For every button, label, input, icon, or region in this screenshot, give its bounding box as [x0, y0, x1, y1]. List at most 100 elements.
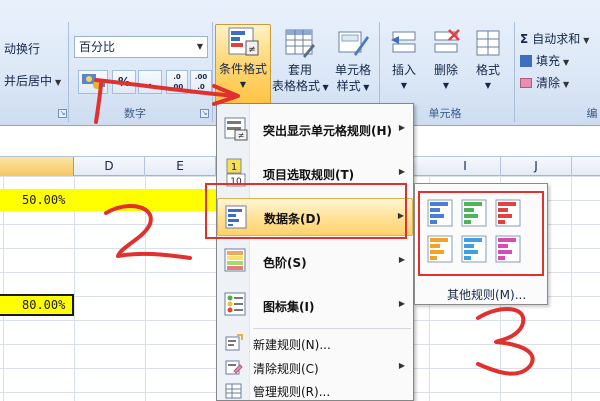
- submenu-arrow-icon: ▶: [398, 255, 405, 264]
- autosum-button[interactable]: Σ 自动求和 ▼: [520, 28, 589, 50]
- dialog-launcher-icon[interactable]: ↘: [58, 109, 67, 118]
- conditional-formatting-button[interactable]: ≠ 条件格式 ▼: [215, 24, 271, 106]
- fill-label: 填充: [536, 54, 561, 68]
- number-format-value: 百分比: [79, 40, 116, 54]
- cell-styles-icon: [336, 26, 370, 60]
- column-header-j[interactable]: J: [501, 157, 572, 176]
- editing-group-label: 编: [586, 107, 598, 120]
- chevron-down-icon: ▼: [360, 83, 370, 92]
- comma-symbol: ,: [147, 75, 153, 89]
- menu-item-icon-sets[interactable]: 图标集(I) ▶: [217, 286, 413, 324]
- increase-decimal-button[interactable]: .0 .00: [166, 70, 188, 94]
- chevron-down-icon: ▼: [563, 58, 570, 67]
- accounting-format-button[interactable]: [78, 70, 108, 94]
- chevron-down-icon: ▼: [484, 81, 492, 90]
- fill-down-icon: [520, 55, 532, 67]
- cell-value[interactable]: 80.00%: [22, 298, 65, 312]
- chevron-down-icon: ▼: [442, 81, 450, 90]
- chevron-down-icon: ▼: [583, 36, 590, 45]
- svg-text:≠: ≠: [248, 45, 256, 55]
- format-label: 格式: [475, 63, 500, 77]
- delete-button[interactable]: 删除 ▼: [426, 26, 466, 106]
- number-format-select[interactable]: 百分比 ▼: [74, 36, 208, 58]
- group-divider: [68, 22, 69, 122]
- cell-value[interactable]: 50.00%: [22, 193, 65, 207]
- chevron-down-icon: ▼: [196, 42, 203, 51]
- conditional-formatting-label: 条件格式: [218, 62, 267, 76]
- chevron-down-icon: ▼: [400, 81, 408, 90]
- annotation-box-swatches: [418, 191, 544, 276]
- delete-label: 删除: [433, 63, 458, 77]
- percent-button[interactable]: %: [112, 70, 136, 94]
- clear-rules-icon: [225, 358, 243, 376]
- menu-item-clear-rules[interactable]: 清除规则(C) ▶: [217, 356, 413, 378]
- decrease-decimal-button[interactable]: .00 .0: [190, 70, 212, 94]
- eraser-icon: [520, 78, 532, 88]
- conditional-formatting-icon: ≠: [226, 25, 260, 59]
- new-rule-icon: [225, 334, 243, 352]
- cell-styles-label-2: 样式: [336, 79, 361, 93]
- column-header-e[interactable]: E: [145, 157, 216, 176]
- menu-item-new-rule[interactable]: 新建规则(N)...: [217, 332, 413, 354]
- submenu-arrow-icon: ▶: [398, 167, 405, 176]
- group-divider: [514, 22, 515, 122]
- color-scales-icon: [223, 247, 249, 273]
- submenu-arrow-icon: ▶: [398, 123, 405, 132]
- menu-item-color-scales[interactable]: 色阶(S) ▶: [217, 242, 413, 280]
- sigma-icon: Σ: [520, 32, 529, 46]
- number-group-label: 数字: [124, 107, 146, 120]
- column-header-i[interactable]: I: [430, 157, 501, 176]
- delete-cells-icon: [429, 26, 463, 60]
- menu-item-label: 清除规则(C): [253, 362, 319, 376]
- currency-icon: [82, 74, 105, 89]
- menu-item-label: 色阶(S): [263, 256, 307, 270]
- menu-item-label: 新建规则(N)...: [253, 338, 331, 352]
- menu-item-highlight-rules[interactable]: ≠ 突出显示单元格规则(H) ▶: [217, 110, 413, 148]
- submenu-arrow-icon: ▶: [398, 361, 405, 370]
- comma-style-button[interactable]: ,: [138, 70, 162, 94]
- cell-styles-label-1: 单元格: [334, 63, 371, 77]
- format-button[interactable]: 格式 ▼: [468, 26, 508, 106]
- conditional-formatting-menu: ≠ 突出显示单元格规则(H) ▶ 1 10 项目选取规则(T) ▶ 数据条(D) …: [216, 103, 414, 401]
- table-format-label-1: 套用: [287, 63, 312, 77]
- wrap-text-button[interactable]: 动换行: [4, 38, 40, 60]
- autosum-label: 自动求和: [532, 32, 581, 46]
- menu-item-label: 管理规则(R)...: [253, 385, 331, 399]
- menu-separator: [253, 328, 411, 329]
- more-rules-link[interactable]: 其他规则(M)...: [447, 286, 526, 303]
- cell-styles-label-2-row: 样式 ▼: [330, 78, 376, 96]
- increase-decimal-label: .0 .00: [170, 73, 184, 91]
- highlight-rules-icon: ≠: [223, 116, 249, 142]
- merge-center-button[interactable]: 并后居中 ▼: [4, 70, 61, 92]
- decrease-decimal-label: .00 .0: [194, 73, 208, 91]
- column-header-d[interactable]: D: [74, 157, 145, 176]
- cell-styles-button[interactable]: 单元格 样式 ▼: [330, 26, 376, 106]
- merge-center-label: 并后居中: [4, 74, 53, 88]
- chevron-down-icon: ▼: [239, 80, 247, 89]
- clear-button[interactable]: 清除 ▼: [520, 72, 569, 94]
- insert-label: 插入: [391, 63, 416, 77]
- insert-cells-icon: [387, 26, 421, 60]
- menu-item-label: 项目选取规则(T): [263, 168, 355, 182]
- annotation-box-data-bars: [205, 183, 407, 239]
- submenu-arrow-icon: ▶: [398, 299, 405, 308]
- chevron-down-icon: ▼: [563, 80, 570, 89]
- menu-item-label: 突出显示单元格规则(H): [263, 124, 393, 138]
- manage-rules-icon: [225, 382, 243, 400]
- top-bottom-rules-icon: 1 10: [223, 158, 249, 187]
- table-format-label-2-row: 表格格式 ▼: [272, 78, 329, 96]
- insert-button[interactable]: 插入 ▼: [384, 26, 424, 106]
- menu-item-label: 图标集(I): [263, 300, 315, 314]
- percent-symbol: %: [117, 75, 131, 89]
- selected-column-header[interactable]: [0, 157, 74, 176]
- format-cells-icon: [471, 26, 505, 60]
- format-as-table-button[interactable]: 套用 表格格式 ▼: [272, 26, 329, 106]
- menu-item-manage-rules[interactable]: 管理规则(R)...: [217, 380, 413, 400]
- fill-button[interactable]: 填充 ▼: [520, 50, 569, 72]
- group-divider: [212, 22, 213, 122]
- cells-group-label: 单元格: [428, 107, 462, 120]
- chevron-down-icon: ▼: [320, 83, 329, 92]
- table-format-label-2: 表格格式: [272, 79, 321, 93]
- chevron-down-icon: ▼: [55, 78, 62, 87]
- dialog-launcher-icon[interactable]: ↘: [200, 109, 209, 118]
